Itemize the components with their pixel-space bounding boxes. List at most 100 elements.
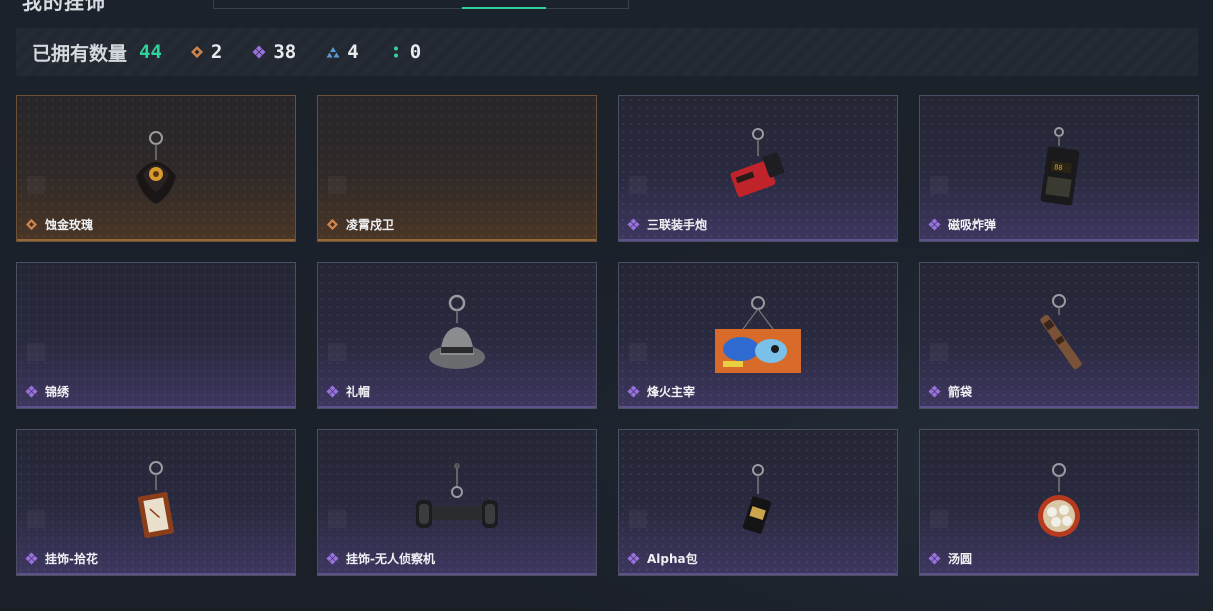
card-name-row: 三联装手炮	[627, 216, 707, 233]
purple-diamond-icon	[627, 218, 640, 231]
card-name: 凌霄戍卫	[346, 218, 395, 232]
card-decoration	[930, 176, 948, 194]
card-name: 磁吸炸弹	[948, 218, 997, 232]
card-rarity-bar	[17, 406, 295, 408]
collection-page: 我的挂饰 已拥有数量 44 2 38 4 0 蚀金玫瑰 凌霄戍卫 三联装手炮 8…	[0, 0, 1213, 611]
owned-count-total: 44	[139, 41, 162, 63]
purple-diamond-icon	[627, 552, 640, 565]
card-name-row: 礼帽	[326, 383, 370, 400]
card-name: 蚀金玫瑰	[45, 218, 94, 232]
purple-diamond-icon	[928, 552, 941, 565]
card-name-row: 蚀金玫瑰	[25, 216, 93, 233]
charm-card[interactable]: 88 磁吸炸弹	[919, 95, 1199, 242]
bomb-charm-image: 88	[1040, 127, 1080, 206]
card-name: 汤圆	[948, 552, 973, 566]
container-charm-image	[715, 296, 801, 373]
card-name-row: Alpha包	[627, 550, 698, 567]
svg-text:88: 88	[1054, 163, 1063, 172]
card-name-row: 汤圆	[928, 550, 972, 567]
card-decoration	[930, 343, 948, 361]
card-name-row: 箭袋	[928, 383, 972, 400]
card-decoration	[930, 510, 948, 528]
card-name-row: 挂饰-拾花	[25, 550, 98, 567]
card-name: 挂饰-无人侦察机	[346, 552, 435, 566]
card-decoration	[328, 343, 346, 361]
purple-diamond-icon	[928, 218, 941, 231]
page-title: 我的挂饰	[22, 0, 106, 14]
card-decoration	[629, 510, 647, 528]
rarity-blue-count: 4	[326, 41, 359, 63]
card-name-row: 锦绣	[25, 383, 69, 400]
card-decoration	[328, 176, 346, 194]
rarity-green-count: 0	[389, 41, 421, 63]
purple-diamond-icon	[326, 552, 339, 565]
purple-diamond-icon	[326, 385, 339, 398]
charm-card[interactable]: 挂饰-拾花	[16, 429, 296, 576]
quiver-charm-image	[1040, 294, 1082, 370]
pouch-charm-image	[742, 464, 772, 534]
card-decoration	[328, 510, 346, 528]
blue-triangle-icon	[326, 47, 340, 58]
charm-card[interactable]: 礼帽	[317, 262, 597, 409]
owned-count-bar: 已拥有数量 44 2 38 4 0	[16, 28, 1198, 76]
card-rarity-bar	[920, 239, 1198, 241]
card-name: 三联装手炮	[647, 218, 708, 232]
rarity-purple-count: 38	[252, 41, 296, 63]
rarity-count: 4	[347, 41, 359, 63]
card-rarity-bar	[619, 239, 897, 241]
charm-card[interactable]: 凌霄戍卫	[317, 95, 597, 242]
charm-card[interactable]: 汤圆	[919, 429, 1199, 576]
card-decoration	[27, 176, 45, 194]
card-name: 烽火主宰	[647, 385, 696, 399]
card-rarity-bar	[619, 573, 897, 575]
charm-card[interactable]: 蚀金玫瑰	[16, 95, 296, 242]
rarity-count: 38	[273, 41, 297, 63]
frame-charm-image	[137, 461, 175, 538]
card-decoration	[629, 176, 647, 194]
card-rarity-bar	[318, 406, 596, 408]
charm-card[interactable]: Alpha包	[618, 429, 898, 576]
purple-diamond-icon	[25, 385, 38, 398]
rarity-count: 2	[210, 41, 223, 63]
charm-card[interactable]: 烽火主宰	[618, 262, 898, 409]
charm-grid: 蚀金玫瑰 凌霄戍卫 三联装手炮 88 磁吸炸弹 锦绣 礼帽 烽火主宰 箭袋 挂饰…	[16, 95, 1199, 576]
card-name-row: 磁吸炸弹	[928, 216, 996, 233]
tab-active-indicator	[462, 7, 546, 9]
rose-charm-image	[136, 131, 176, 204]
card-decoration	[27, 510, 45, 528]
card-rarity-bar	[318, 573, 596, 575]
purple-diamond-icon	[252, 45, 266, 59]
card-rarity-bar	[619, 406, 897, 408]
card-name: 锦绣	[45, 385, 70, 399]
hat-charm-image	[429, 294, 485, 369]
card-decoration	[27, 343, 45, 361]
charm-card[interactable]: 箭袋	[919, 262, 1199, 409]
gold-diamond-icon	[190, 46, 203, 58]
card-name-row: 凌霄戍卫	[326, 216, 394, 233]
purple-diamond-icon	[627, 385, 640, 398]
card-name: 挂饰-拾花	[45, 552, 98, 566]
card-decoration	[629, 343, 647, 361]
card-rarity-bar	[920, 573, 1198, 575]
card-rarity-bar	[17, 573, 295, 575]
card-name-row: 烽火主宰	[627, 383, 695, 400]
owned-count-label: 已拥有数量	[32, 42, 128, 65]
purple-diamond-icon	[25, 552, 38, 565]
gold-diamond-icon	[326, 218, 339, 231]
charm-card[interactable]: 锦绣	[16, 262, 296, 409]
bowl-charm-image	[1038, 463, 1080, 537]
rarity-count: 0	[409, 41, 422, 63]
green-dots-icon	[393, 46, 398, 58]
card-name: Alpha包	[647, 552, 698, 566]
card-name: 礼帽	[346, 385, 371, 399]
drone-charm-image	[416, 463, 498, 528]
cannon-charm-image	[730, 128, 785, 197]
rarity-gold-count: 2	[190, 41, 222, 63]
card-name: 箭袋	[948, 385, 973, 399]
purple-diamond-icon	[928, 385, 941, 398]
card-name-row: 挂饰-无人侦察机	[326, 550, 435, 567]
charm-card[interactable]: 挂饰-无人侦察机	[317, 429, 597, 576]
charm-card[interactable]: 三联装手炮	[618, 95, 898, 242]
card-rarity-bar	[920, 406, 1198, 408]
tab-bar[interactable]	[213, 0, 629, 9]
